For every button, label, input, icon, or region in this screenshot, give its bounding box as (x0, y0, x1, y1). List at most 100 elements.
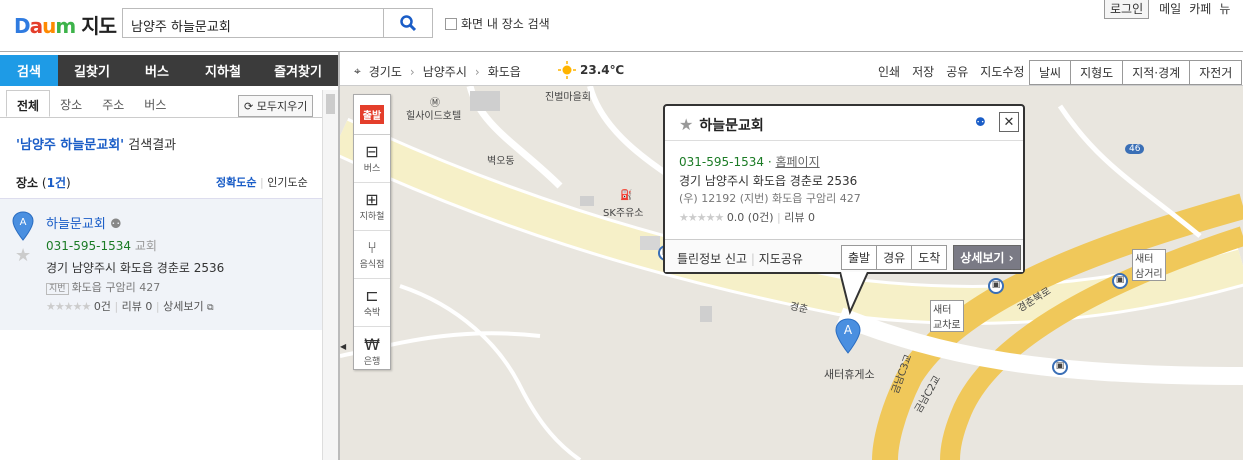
main-nav: 검색 길찾기 버스 지하철 즐겨찾기 (0, 55, 338, 86)
close-icon: ✕ (1003, 114, 1015, 130)
badge-icon: ⚉ (109, 217, 122, 232)
layer-weather[interactable]: 날씨 (1029, 60, 1072, 85)
popup-phone: 031-595-1534 · 홈페이지 (679, 155, 820, 169)
list-item[interactable]: A ★ 하늘문교회 ⚉ 031-595-1534 교회 경기 남양주시 화도읍 … (0, 198, 322, 330)
homepage-link[interactable]: 홈페이지 (775, 155, 819, 169)
share-link[interactable]: 공유 (946, 63, 968, 80)
bus-stop-icon[interactable]: ▣ (1052, 359, 1068, 375)
checkbox-box[interactable] (445, 17, 457, 30)
subtab-place[interactable]: 장소 (50, 90, 92, 117)
subtab-bus[interactable]: 버스 (134, 90, 176, 117)
layer-cadastral[interactable]: 지적·경계 (1122, 60, 1191, 85)
place-phone: 031-595-1534 교회 (46, 239, 157, 253)
report-link[interactable]: 틀린정보 신고 (677, 252, 747, 266)
label-hotel: 힐사이드호텔 (406, 111, 462, 122)
place-address: 경기 남양주시 화도읍 경춘로 2536 (46, 261, 225, 275)
label-place: 새터휴게소 (824, 368, 875, 381)
favorite-star-icon[interactable]: ★ (15, 245, 31, 266)
place-name[interactable]: 하늘문교회 ⚉ (46, 213, 122, 232)
subtab-all[interactable]: 전체 (6, 90, 51, 117)
external-link-icon: ⧉ (207, 303, 214, 313)
bank-icon: ₩ (364, 334, 380, 354)
via-button[interactable]: 경유 (876, 245, 913, 270)
place-popup: ★ 하늘문교회 ⚉ ✕ 031-595-1534 · 홈페이지 경기 남양주시 화… (663, 104, 1025, 274)
popup-separator (665, 140, 1023, 141)
layer-bicycle[interactable]: 자전거 (1189, 60, 1243, 85)
bus-stop-icon[interactable]: ▣ (988, 278, 1004, 294)
map-toolbar: ⌖ 경기도 › 남양주시 › 화도읍 23.4℃ 인쇄 저장 공유 지도수정 날씨 … (340, 55, 1243, 86)
place-jibun: 지번 화도읍 구암리 427 (46, 279, 160, 295)
region-city[interactable]: 남양주시 (423, 63, 467, 80)
depart-button[interactable]: 출발 (841, 245, 878, 270)
favorite-star-icon[interactable]: ★ (679, 115, 693, 134)
sort-accuracy[interactable]: 정확도순 (216, 176, 256, 189)
tool-bank[interactable]: ₩ 은행 (354, 327, 390, 375)
svg-text:A: A (20, 217, 27, 228)
refresh-icon: ⟳ (244, 100, 254, 113)
in-screen-search-checkbox[interactable]: 화면 내 장소 검색 (445, 15, 550, 32)
hotel-icon: Ⓜ (430, 98, 440, 109)
route-46-badge: 46 (1125, 144, 1145, 154)
label-byeokodong: 벽오동 (487, 156, 515, 167)
subtab-address[interactable]: 주소 (92, 90, 134, 117)
popup-pointer (840, 272, 869, 316)
svg-text:A: A (844, 323, 853, 337)
save-link[interactable]: 저장 (912, 63, 934, 80)
detail-link[interactable]: 상세보기 (163, 300, 203, 313)
marker-a-icon: A (12, 211, 34, 241)
top-links: 로그인 메일 카페 뉴 (1104, 0, 1238, 19)
layer-terrain[interactable]: 지형도 (1070, 60, 1124, 85)
label-village: 진벌마을회 (545, 92, 591, 103)
tool-bus[interactable]: ⊟ 버스 (354, 135, 390, 183)
close-button[interactable]: ✕ (999, 112, 1019, 132)
review-link[interactable]: 리뷰 0 (784, 211, 815, 224)
tab-bus[interactable]: 버스 (126, 55, 188, 86)
tool-subway[interactable]: ⊞ 지하철 (354, 183, 390, 231)
sort-popular[interactable]: 인기도순 (267, 176, 307, 189)
map-links: 인쇄 저장 공유 지도수정 (878, 63, 1036, 80)
tab-search[interactable]: 검색 (0, 55, 58, 86)
label-sk: SK주유소 (603, 208, 644, 219)
arrive-button[interactable]: 도착 (911, 245, 948, 270)
edit-map-link[interactable]: 지도수정 (980, 63, 1024, 80)
share-map-link[interactable]: 지도공유 (759, 252, 803, 266)
search-input[interactable]: 남양주 하늘문교회 (122, 8, 384, 38)
bus-stop-icon[interactable]: ▣ (1112, 273, 1128, 289)
login-button[interactable]: 로그인 (1104, 0, 1150, 19)
print-link[interactable]: 인쇄 (878, 63, 900, 80)
label-setter-jct: 새터 교차로 (930, 300, 964, 332)
tool-restaurant[interactable]: ⑂ 음식점 (354, 231, 390, 279)
popup-rating: ★★★★★ 0.0 (0건) | 리뷰 0 (679, 211, 815, 224)
bus-icon: ⊟ (365, 142, 379, 161)
place-rating: ★★★★★ 0건 | 리뷰 0 | 상세보기 ⧉ (46, 300, 214, 313)
clear-all-button[interactable]: ⟳ 모두지우기 (238, 95, 314, 117)
popup-address: 경기 남양주시 화도읍 경춘로 2536 (679, 174, 858, 188)
lodging-icon: ⊏ (365, 286, 379, 305)
subway-icon: ⊞ (365, 190, 379, 209)
location-icon[interactable]: ⌖ (354, 64, 361, 79)
region-province[interactable]: 경기도 (369, 63, 402, 80)
region-breadcrumb: ⌖ 경기도 › 남양주시 › 화도읍 (354, 63, 521, 80)
popup-footer: 틀린정보 신고 | 지도공유 출발 경유 도착 상세보기 › (665, 239, 1023, 272)
tab-favorites[interactable]: 즐겨찾기 (258, 55, 338, 86)
label-setter-junction: 새터 삼거리 (1132, 249, 1166, 281)
tab-subway[interactable]: 지하철 (188, 55, 258, 86)
news-link[interactable]: 뉴 (1219, 0, 1230, 19)
map-marker-a[interactable]: A (835, 318, 861, 357)
region-town[interactable]: 화도읍 (488, 63, 521, 80)
cafe-link[interactable]: 카페 (1189, 0, 1211, 19)
sun-icon (558, 61, 576, 79)
tool-lodging[interactable]: ⊏ 숙박 (354, 279, 390, 327)
depart-button[interactable]: 출발 (354, 95, 390, 135)
scroll-thumb[interactable] (326, 94, 335, 114)
weather[interactable]: 23.4℃ (558, 61, 624, 79)
tab-directions[interactable]: 길찾기 (58, 55, 126, 86)
collapse-panel-icon[interactable]: ◀ (340, 342, 346, 351)
daum-logo[interactable]: Daum 지도 (14, 10, 117, 39)
checkbox-label: 화면 내 장소 검색 (461, 17, 550, 31)
left-scrollbar[interactable] (322, 90, 338, 460)
detail-button[interactable]: 상세보기 › (953, 245, 1021, 270)
mail-link[interactable]: 메일 (1159, 0, 1181, 19)
search-button[interactable] (383, 8, 433, 38)
place-count: 장소 (1건) (16, 176, 71, 190)
